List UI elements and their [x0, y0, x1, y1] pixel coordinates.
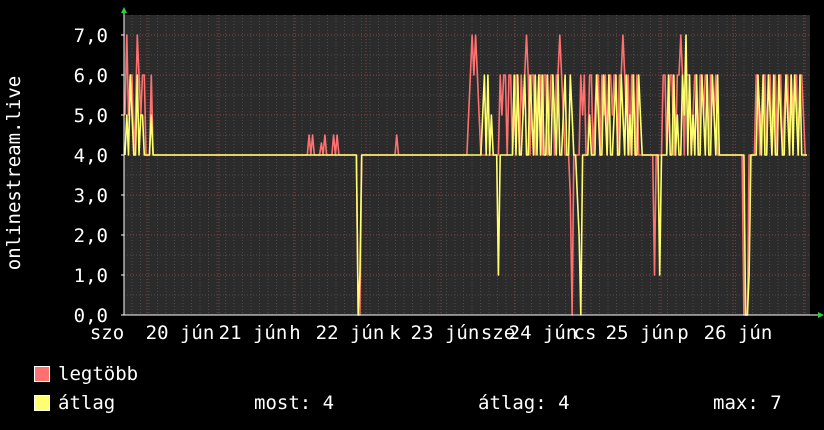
x-tick-label: 20 jún [146, 322, 215, 344]
x-tick-label: 21 jún [219, 322, 288, 344]
x-tick-label: h [289, 322, 300, 344]
stat-maximum: max: 7 [713, 392, 782, 414]
y-tick-label: 5,0 [74, 105, 108, 127]
x-tick-label: 23 jún [411, 322, 480, 344]
x-axis-arrow [818, 312, 824, 318]
y-tick-label: 3,0 [74, 185, 108, 207]
x-tick-label: p [677, 322, 688, 344]
y-axis-label: onlinestream.live [3, 76, 25, 270]
stat-average: átlag: 4 [478, 392, 570, 414]
x-tick-label: 26 jún [704, 322, 773, 344]
y-tick-label: 7,0 [74, 25, 108, 47]
legend-swatch-max [34, 366, 50, 382]
legend-swatch-avg [34, 395, 50, 411]
x-tick-label: szo [90, 322, 124, 344]
x-tick-label: k [389, 322, 401, 344]
plot-area [124, 15, 810, 315]
legend-label-max: legtöbb [58, 363, 139, 385]
x-tick-label: cs [574, 322, 597, 344]
x-tick-label: 24 jún [509, 322, 578, 344]
x-tick-label: 25 jún [606, 322, 675, 344]
y-tick-label: 4,0 [74, 145, 108, 167]
x-tick-label: 22 jún [316, 322, 385, 344]
y-tick-label: 6,0 [74, 65, 108, 87]
y-tick-label: 1,0 [74, 265, 108, 287]
y-tick-label: 2,0 [74, 225, 108, 247]
y-axis-arrow [121, 7, 127, 13]
stat-current: most: 4 [254, 392, 335, 414]
legend-label-avg: átlag [58, 392, 116, 414]
